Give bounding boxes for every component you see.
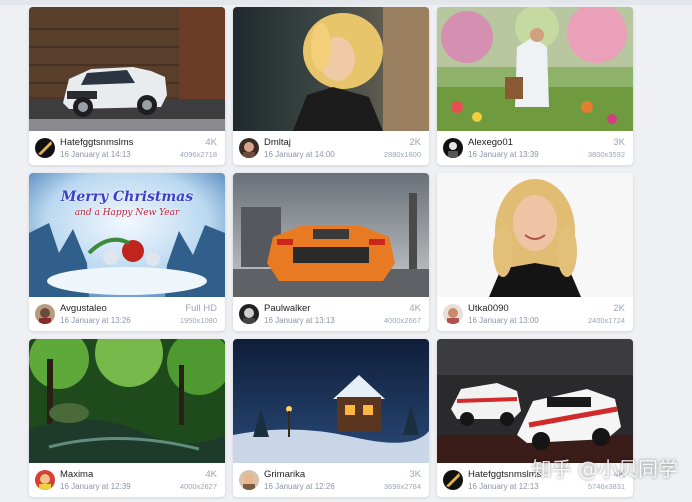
overlay-title: Merry Christmas bbox=[60, 189, 194, 205]
upload-date: 16 January at 13:26 bbox=[60, 316, 131, 325]
wallpaper-card[interactable]: Paulwalker 16 January at 13:13 4K 4000x2… bbox=[233, 173, 429, 331]
username[interactable]: Paulwalker bbox=[264, 303, 310, 314]
resolution-label: 2K bbox=[613, 303, 625, 314]
wallpaper-card[interactable]: Alexego01 16 January at 13:39 3K 3800x35… bbox=[437, 7, 633, 165]
upload-date: 16 January at 12:13 bbox=[468, 482, 539, 491]
painted-garden-thumbnail[interactable] bbox=[437, 7, 633, 131]
resolution-label: 2K bbox=[409, 137, 421, 148]
avatar[interactable] bbox=[239, 138, 259, 158]
username[interactable]: Alexego01 bbox=[468, 137, 513, 148]
avatar[interactable] bbox=[35, 138, 55, 158]
resolution-value: 3800x3592 bbox=[587, 150, 625, 159]
avatar[interactable] bbox=[443, 470, 463, 490]
card-meta: Grimarika 16 January at 12:26 3K 3696x27… bbox=[233, 463, 429, 497]
forest-river-thumbnail[interactable] bbox=[29, 339, 225, 463]
avatar[interactable] bbox=[35, 470, 55, 490]
resolution-label: 4K bbox=[409, 303, 421, 314]
card-meta: Avgustaleo 16 January at 13:26 Full HD 1… bbox=[29, 297, 225, 331]
racing-cars-garage-thumbnail[interactable] bbox=[437, 339, 633, 463]
upload-date: 16 January at 13:13 bbox=[264, 316, 335, 325]
resolution-label: 3K bbox=[409, 469, 421, 480]
wallpaper-card[interactable]: Dmltaj 16 January at 14:00 2K 2880x1800 bbox=[233, 7, 429, 165]
username[interactable]: Avgustaleo bbox=[60, 303, 107, 314]
resolution-value: 2880x1800 bbox=[383, 150, 421, 159]
top-strip bbox=[0, 0, 692, 5]
avatar[interactable] bbox=[239, 470, 259, 490]
upload-date: 16 January at 13:00 bbox=[468, 316, 539, 325]
wallpaper-card[interactable]: Grimarika 16 January at 12:26 3K 3696x27… bbox=[233, 339, 429, 497]
upload-date: 16 January at 14:13 bbox=[60, 150, 131, 159]
username[interactable]: Hatefggtsnmslms bbox=[60, 137, 133, 148]
username[interactable]: Utka0090 bbox=[468, 303, 509, 314]
upload-date: 16 January at 12:26 bbox=[264, 482, 335, 491]
resolution-label: 4K bbox=[205, 137, 217, 148]
resolution-value: 2400x1724 bbox=[587, 316, 625, 325]
resolution-value: 4096x2718 bbox=[179, 150, 217, 159]
upload-date: 16 January at 14:00 bbox=[264, 150, 335, 159]
upload-date: 16 January at 12:39 bbox=[60, 482, 131, 491]
upload-date: 16 January at 13:39 bbox=[468, 150, 539, 159]
username[interactable]: Grimarika bbox=[264, 469, 305, 480]
card-meta: Maxima 16 January at 12:39 4K 4000x2627 bbox=[29, 463, 225, 497]
orange-sports-car-thumbnail[interactable] bbox=[233, 173, 429, 297]
card-meta: Paulwalker 16 January at 13:13 4K 4000x2… bbox=[233, 297, 429, 331]
card-meta: Hatefggtsnmslms 16 January at 14:13 4K 4… bbox=[29, 131, 225, 165]
avatar[interactable] bbox=[35, 304, 55, 324]
resolution-label: 3K bbox=[613, 137, 625, 148]
watermark-text: 知乎 @小贝同学 bbox=[531, 457, 678, 481]
resolution-value: 4000x2667 bbox=[383, 316, 421, 325]
resolution-value: 3696x2784 bbox=[383, 482, 421, 491]
wallpaper-card[interactable]: Hatefggtsnmslms 16 January at 14:13 4K 4… bbox=[29, 7, 225, 165]
card-meta: Alexego01 16 January at 13:39 3K 3800x35… bbox=[437, 131, 633, 165]
white-pickup-truck-thumbnail[interactable] bbox=[29, 7, 225, 131]
wallpaper-card[interactable]: Merry Christmas and a Happy New Year Avg… bbox=[29, 173, 225, 331]
username[interactable]: Hatefggtsnmslms bbox=[468, 469, 541, 480]
avatar[interactable] bbox=[239, 304, 259, 324]
avatar[interactable] bbox=[443, 304, 463, 324]
resolution-value: 4000x2627 bbox=[179, 482, 217, 491]
avatar[interactable] bbox=[443, 138, 463, 158]
wallpaper-card[interactable]: Utka0090 16 January at 13:00 2K 2400x172… bbox=[437, 173, 633, 331]
card-meta: Dmltaj 16 January at 14:00 2K 2880x1800 bbox=[233, 131, 429, 165]
username[interactable]: Dmltaj bbox=[264, 137, 291, 148]
resolution-label: Full HD bbox=[185, 303, 217, 314]
resolution-value: 1950x1080 bbox=[179, 316, 217, 325]
username[interactable]: Maxima bbox=[60, 469, 93, 480]
winter-cabin-night-thumbnail[interactable] bbox=[233, 339, 429, 463]
resolution-value: 5746x3831 bbox=[587, 482, 625, 491]
wallpaper-card[interactable]: Maxima 16 January at 12:39 4K 4000x2627 bbox=[29, 339, 225, 497]
card-meta: Utka0090 16 January at 13:00 2K 2400x172… bbox=[437, 297, 633, 331]
overlay-subtitle: and a Happy New Year bbox=[74, 208, 180, 218]
blonde-woman-portrait-thumbnail[interactable] bbox=[233, 7, 429, 131]
blonde-woman-smiling-thumbnail[interactable] bbox=[437, 173, 633, 297]
resolution-label: 4K bbox=[205, 469, 217, 480]
christmas-card-thumbnail[interactable]: Merry Christmas and a Happy New Year bbox=[29, 173, 225, 297]
